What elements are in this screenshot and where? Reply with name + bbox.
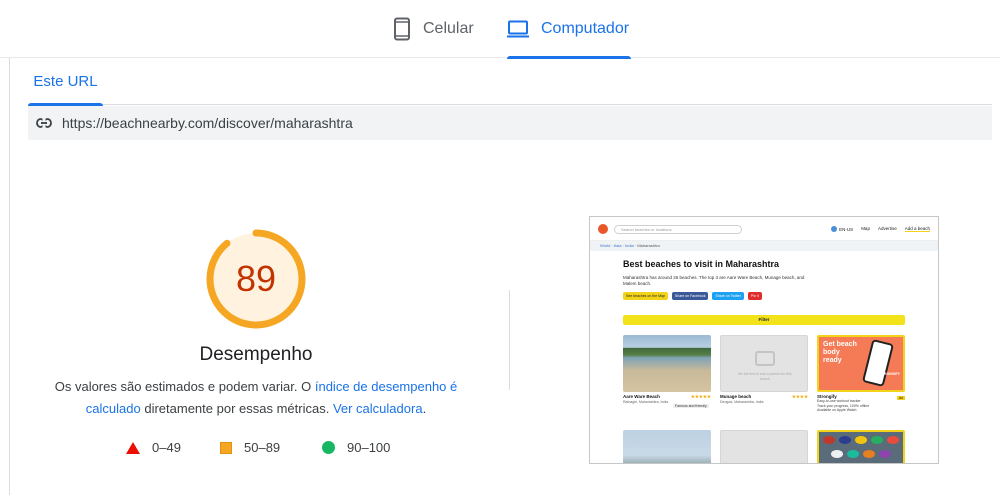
triangle-icon xyxy=(126,441,140,454)
desc-text-1: Os valores são estimados e podem variar.… xyxy=(54,379,315,394)
preview-card-row2-flags xyxy=(817,430,905,463)
preview-navbar: Search beaches or locations EN-US Map Ad… xyxy=(590,217,938,241)
legend-fail-label: 0–49 xyxy=(152,440,181,455)
globe-icon xyxy=(831,226,838,232)
flag-icon xyxy=(863,450,875,458)
desc-text-2: diretamente por essas métricas. xyxy=(140,401,333,416)
phone-mockup xyxy=(862,338,894,388)
url-bar: https://beachnearby.com/discover/maharas… xyxy=(28,106,992,140)
flag-icon xyxy=(831,450,843,458)
tab-este-url-label: Este URL xyxy=(33,73,98,90)
preview-logo xyxy=(598,224,608,234)
flag-icon xyxy=(855,436,867,444)
performance-title: Desempenho xyxy=(199,344,313,365)
legend-pass: 90–100 xyxy=(322,440,390,455)
preview-card-row2-placeholder xyxy=(720,430,808,463)
performance-score: 89 xyxy=(235,258,277,299)
preview-paragraph: Maharashtra has around 26 beaches. The t… xyxy=(623,275,805,286)
card2-location: Deogad, Maharashtra, India xyxy=(720,400,764,404)
preview-lang-label: EN-US xyxy=(839,226,854,232)
ad-badge: Ad xyxy=(896,396,905,400)
preview-card-row2-photo xyxy=(623,430,711,463)
flag-icon xyxy=(879,450,891,458)
crumb-india: India xyxy=(625,243,634,248)
crumb-world: World xyxy=(600,243,611,248)
legend-pass-label: 90–100 xyxy=(347,440,391,455)
url-tabs: Este URL xyxy=(28,58,992,106)
camera-icon xyxy=(755,351,775,366)
preview-card-strongify-ad: Get beach body ready STRONGIFY Strongify… xyxy=(817,335,905,413)
tested-url: https://beachnearby.com/discover/maharas… xyxy=(62,115,353,131)
preview-nav-map: Map xyxy=(861,226,870,231)
beach-photo xyxy=(623,335,711,392)
flag-icon xyxy=(887,436,899,444)
preview-btn-pin: Pin it xyxy=(747,292,762,300)
preview-btn-map: See beaches on the Map xyxy=(623,292,668,300)
page-screenshot-preview: Search beaches or locations EN-US Map Ad… xyxy=(589,216,939,464)
flag-icon xyxy=(871,436,883,444)
star-icons: ★★★★ xyxy=(791,394,808,399)
preview-nav-links: EN-US Map Advertise Add a beach xyxy=(831,226,930,232)
circle-icon xyxy=(322,441,335,454)
ad-headline: Get beach body ready xyxy=(823,341,857,364)
tab-celular-label: Celular xyxy=(423,20,474,37)
ad-image: Get beach body ready STRONGIFY xyxy=(817,335,905,392)
preview-card-munage: Be the first to add a picture for this b… xyxy=(720,335,808,405)
card3-line3: Available on Apple Watch xyxy=(817,408,857,412)
score-legend: 0–49 50–89 90–100 xyxy=(0,440,512,456)
legend-average: 50–89 xyxy=(220,440,280,455)
square-icon xyxy=(220,441,232,454)
performance-gauge: 89 xyxy=(205,228,307,330)
card1-tag: Famous and friendly xyxy=(673,404,709,408)
desc-text-3: . xyxy=(422,401,427,416)
flag-icon xyxy=(847,450,859,458)
preview-heading: Best beaches to visit in Maharashtra xyxy=(623,259,780,269)
phone-icon xyxy=(394,17,410,41)
left-divider xyxy=(9,58,10,495)
crumb-asia: Asia xyxy=(613,243,622,248)
preview-btn-facebook: Share on Facebook xyxy=(671,292,709,300)
tab-computador[interactable]: Computador xyxy=(507,0,632,59)
tab-computador-label: Computador xyxy=(541,20,630,37)
flag-icon xyxy=(839,436,851,444)
preview-nav-add: Add a beach xyxy=(904,226,930,232)
tab-este-url[interactable]: Este URL xyxy=(28,58,103,106)
legend-fail: 0–49 xyxy=(126,440,181,455)
flag-icon xyxy=(823,436,835,444)
preview-search: Search beaches or locations xyxy=(614,225,742,234)
preview-btn-twitter: Share on Twitter xyxy=(712,292,744,300)
crumb-current: Maharashtra xyxy=(637,243,660,248)
preview-breadcrumb: World · Asia · India · Maharashtra xyxy=(590,241,938,251)
device-tabs: Celular Computador xyxy=(0,0,1000,59)
legend-average-label: 50–89 xyxy=(244,440,281,455)
tab-celular[interactable]: Celular xyxy=(393,0,474,58)
preview-lang: EN-US xyxy=(831,226,853,232)
star-icons: ★★★★★ xyxy=(690,394,711,399)
preview-card-aare-ware: Aare Ware Beach ★★★★★ Ratnagiri, Maharash… xyxy=(623,335,711,408)
link-icon xyxy=(36,118,52,128)
preview-share-buttons: See beaches on the Map Share on Facebook… xyxy=(623,292,762,300)
preview-filter-bar: Filter xyxy=(623,315,905,325)
card2-caption: Be the first to add a picture for this b… xyxy=(738,372,792,381)
preview-nav-advertise: Advertise xyxy=(877,226,897,231)
ad-brand: STRONGIFY xyxy=(879,372,900,376)
laptop-icon xyxy=(507,20,529,38)
calculator-link[interactable]: Ver calculadora xyxy=(333,401,423,416)
performance-description: Os valores são estimados e podem variar.… xyxy=(50,376,462,420)
placeholder-photo: Be the first to add a picture for this b… xyxy=(720,335,808,392)
section-divider xyxy=(509,290,510,390)
